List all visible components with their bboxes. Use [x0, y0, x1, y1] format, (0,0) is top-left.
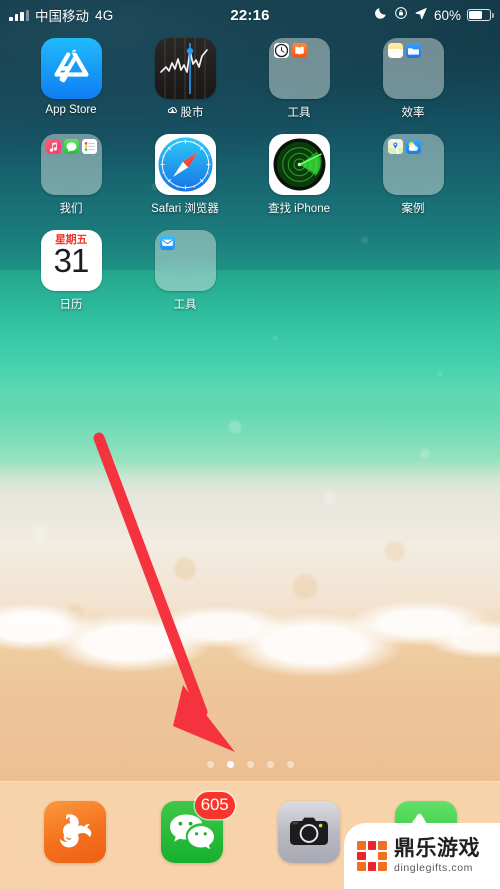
folder-icon-productivity[interactable]: 效率 — [356, 38, 470, 120]
uc-browser-icon — [43, 800, 106, 863]
cases-folder-icon[interactable] — [382, 134, 444, 195]
folder-label: 我们 — [59, 203, 83, 215]
stocks-icon[interactable] — [154, 38, 216, 99]
app-label: App Store — [45, 104, 97, 116]
messages-icon — [63, 139, 79, 154]
app-icon-find-my-iphone[interactable]: 查找 iPhone — [242, 134, 356, 216]
wallpaper-foam — [0, 460, 500, 650]
folder-label: 案例 — [401, 203, 425, 215]
reminders-icon — [81, 139, 97, 154]
watermark: 鼎乐游戏 dinglegifts.com — [344, 823, 500, 889]
files-icon — [405, 43, 421, 58]
calendar-icon[interactable]: 星期五 31 — [40, 230, 102, 291]
page-dot-2[interactable] — [226, 760, 234, 768]
productivity-folder-icon[interactable] — [382, 38, 444, 99]
moon-dnd-icon — [374, 6, 388, 24]
books-icon — [291, 43, 307, 58]
app-store-icon[interactable] — [40, 38, 102, 99]
rotation-lock-icon — [394, 6, 408, 24]
maps-icon — [387, 139, 403, 154]
tools-folder-icon[interactable] — [268, 38, 330, 99]
home-screen-grid: App Store 股市 工具 效率 我们 Safari 浏览器 查找 iPho… — [0, 38, 500, 326]
battery-percent-label: 60% — [433, 7, 461, 23]
folder-label: 工具 — [287, 107, 311, 119]
watermark-title: 鼎乐游戏 — [394, 837, 480, 861]
page-dot-5[interactable] — [286, 760, 294, 768]
app-icon-calendar[interactable]: 星期五 31 日历 — [14, 230, 128, 312]
tools-folder-2-icon[interactable] — [154, 230, 216, 291]
folder-label: 工具 — [173, 299, 197, 311]
page-dots[interactable] — [0, 757, 500, 771]
status-bar: 中国移动 4G 22:16 60% — [0, 0, 500, 30]
safari-icon[interactable] — [154, 134, 216, 195]
icloud-download-icon — [167, 105, 178, 119]
weather-icon — [405, 139, 421, 154]
app-icon-safari[interactable]: Safari 浏览器 — [128, 134, 242, 216]
folder-label: 效率 — [401, 107, 425, 119]
battery-icon — [467, 9, 494, 21]
calendar-day: 31 — [53, 242, 90, 279]
find-my-iphone-icon[interactable] — [268, 134, 330, 195]
app-label-with-download: 股市 — [167, 104, 204, 120]
app-label: 查找 iPhone — [267, 203, 330, 215]
folder-icon-tools-2[interactable]: 工具 — [128, 230, 242, 312]
status-bar-right: 60% — [374, 6, 494, 24]
app-row-1: App Store 股市 工具 效率 — [14, 38, 486, 134]
folder-icon-cases[interactable]: 案例 — [356, 134, 470, 216]
clock-icon — [273, 43, 289, 58]
page-dot-1[interactable] — [206, 760, 214, 768]
music-icon — [45, 139, 61, 154]
app-icon-app-store[interactable]: App Store — [14, 38, 128, 120]
app-label: 股市 — [180, 107, 204, 119]
camera-icon — [277, 800, 340, 863]
dock-app-uc-browser[interactable] — [43, 800, 106, 863]
folder-icon-us[interactable]: 我们 — [14, 134, 128, 216]
page-dot-3[interactable] — [246, 760, 254, 768]
grid-empty-slot — [356, 230, 470, 312]
dock-app-camera[interactable] — [277, 800, 340, 863]
app-row-2: 我们 Safari 浏览器 查找 iPhone 案例 — [14, 134, 486, 230]
app-label: 日历 — [59, 299, 83, 311]
location-arrow-icon — [414, 6, 428, 24]
watermark-url: dinglegifts.com — [394, 862, 474, 875]
watermark-logo-icon — [357, 841, 387, 871]
page-dot-4[interactable] — [266, 760, 274, 768]
notes-icon — [387, 43, 403, 58]
app-label: Safari 浏览器 — [151, 203, 219, 215]
dock-app-wechat[interactable]: 605 — [160, 791, 235, 863]
watermark-text: 鼎乐游戏 dinglegifts.com — [394, 838, 480, 874]
us-folder-icon[interactable] — [40, 134, 102, 195]
wechat-badge: 605 — [194, 791, 235, 819]
folder-icon-tools[interactable]: 工具 — [242, 38, 356, 120]
app-icon-stocks[interactable]: 股市 — [128, 38, 242, 120]
mail-icon — [159, 235, 175, 250]
app-row-3: 星期五 31 日历 工具 — [14, 230, 486, 326]
grid-empty-slot — [242, 230, 356, 312]
